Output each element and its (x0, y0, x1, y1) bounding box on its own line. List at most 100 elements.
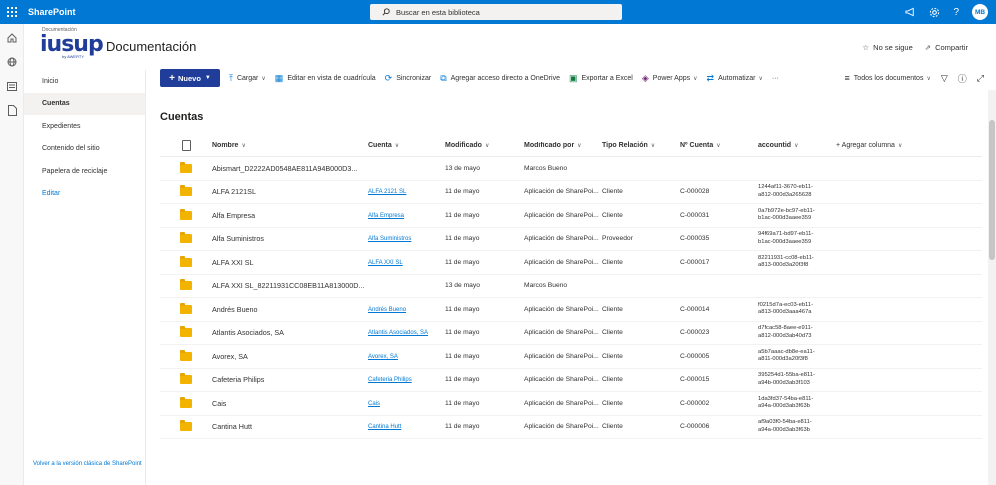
file-type-header[interactable] (160, 139, 212, 151)
folder-icon (180, 302, 192, 314)
follow-button[interactable]: ☆ No se sigue (862, 43, 912, 52)
row-name[interactable]: Cais (212, 399, 368, 408)
folder-icon (180, 396, 192, 408)
row-cuenta-link[interactable]: ALFA 2121 SL (368, 189, 406, 195)
avatar[interactable]: MB (972, 4, 988, 20)
row-accountid-line1: f0215d7a-ec03-eb11- (758, 301, 814, 308)
row-cuenta-link[interactable]: Avorex, SA (368, 354, 398, 360)
row-ncuenta: C-000017 (680, 258, 710, 266)
table-row[interactable]: Alfa Suministros Alfa Suministros 11 de ma… (160, 228, 982, 251)
nav-item-contenido[interactable]: Contenido del sitio (24, 138, 145, 161)
chevron-down-icon: ▼ (204, 75, 211, 81)
row-modified: 11 de mayo (445, 211, 480, 219)
automate-button[interactable]: ⇄ Automatizar ∨ (707, 73, 763, 84)
row-name[interactable]: ALFA XXI SL_82211931CC08EB11A813000D... (212, 281, 368, 290)
row-cuenta-link[interactable]: Andrés Bueno (368, 307, 406, 313)
nav-item-cuentas[interactable]: Cuentas (24, 92, 145, 115)
nav-item-papelera[interactable]: Papelera de reciclaje (24, 160, 145, 183)
column-header-ncuenta[interactable]: Nº Cuenta ∨ (680, 142, 758, 149)
column-header-cuenta[interactable]: Cuenta ∨ (368, 142, 445, 149)
nav-item-inicio[interactable]: Inicio (24, 70, 145, 93)
nav-item-expedientes[interactable]: Expedientes (24, 115, 145, 138)
row-modified: 11 de mayo (445, 258, 480, 266)
table-row[interactable]: Cafeteria Philips Cafeteria Philips 11 de … (160, 369, 982, 392)
table-row[interactable]: ALFA XXI SL_82211931CC08EB11A813000D... 1… (160, 275, 982, 298)
power-apps-button[interactable]: ◈ Power Apps ∨ (642, 73, 698, 84)
new-button[interactable]: + Nuevo ▼ (160, 69, 220, 87)
table-row[interactable]: Alfa Empresa Alfa Empresa 11 de mayo Aplica… (160, 204, 982, 228)
search-icon (382, 8, 390, 16)
row-cuenta-link[interactable]: Alfa Empresa (368, 213, 404, 219)
sync-icon: ⟳ (384, 72, 393, 83)
column-header-nombre[interactable]: Nombre ∨ (212, 142, 368, 149)
row-name[interactable]: Atlantis Asociados, SA (212, 328, 368, 337)
gear-icon[interactable] (929, 7, 940, 18)
row-cuenta-link[interactable]: ALFA XXI SL (368, 260, 403, 266)
table-row[interactable]: Andrés Bueno Andrés Bueno 11 de mayo Aplica… (160, 298, 982, 322)
grid-edit-button[interactable]: ▦ Editar en vista de cuadrícula (275, 73, 376, 84)
row-cuenta-link[interactable]: Atlantis Asociados, SA (368, 330, 428, 336)
chevron-down-icon: ∨ (758, 75, 763, 82)
column-header-modificado[interactable]: Modificado ∨ (445, 142, 524, 149)
table-row[interactable]: ALFA 2121SL ALFA 2121 SL 11 de mayo Aplicac… (160, 181, 982, 204)
app-launcher-icon[interactable] (0, 0, 24, 24)
folder-icon (180, 279, 192, 291)
view-switcher[interactable]: ≡ Todos los documentos ∨ (845, 73, 931, 83)
folder-icon-cell (160, 232, 212, 244)
row-cuenta-link[interactable]: Cantina Hutt (368, 424, 401, 430)
table-row[interactable]: Abismart_D2222AD0548AE811A94B000D3... 13 … (160, 157, 982, 181)
column-header-accountid[interactable]: accountid ∨ (758, 142, 836, 149)
megaphone-icon[interactable] (905, 7, 916, 17)
globe-icon[interactable] (0, 50, 24, 74)
export-excel-button[interactable]: ▣ Exportar a Excel (569, 73, 633, 84)
row-cuenta-link[interactable]: Cais (368, 401, 380, 407)
nav-edit-link[interactable]: Editar (24, 183, 145, 206)
help-icon[interactable]: ? (953, 7, 959, 18)
table-row[interactable]: Cais Cais 11 de mayo Aplicación de SharePoi… (160, 392, 982, 416)
app-name[interactable]: SharePoint (28, 7, 76, 17)
row-name[interactable]: Alfa Suministros (212, 234, 368, 243)
row-name[interactable]: ALFA XXI SL (212, 258, 368, 267)
row-accountid-line2: a813-000d3aaa467a (758, 309, 812, 316)
table-row[interactable]: ALFA XXI SL ALFA XXI SL 11 de mayo Aplicaci… (160, 251, 982, 275)
onedrive-shortcut-button[interactable]: ⧉ Agregar acceso directo a OneDrive (440, 73, 560, 84)
row-accountid-line1: af9a03f0-54ba-e811- (758, 419, 812, 426)
row-name[interactable]: Alfa Empresa (212, 211, 368, 220)
share-icon: ⇗ (924, 43, 932, 52)
classic-view-link[interactable]: Volver a la versión clásica de SharePoin… (33, 460, 143, 468)
info-icon[interactable]: ⓘ (958, 72, 967, 85)
row-cuenta-link[interactable]: Alfa Suministros (368, 236, 411, 242)
scrollbar-thumb[interactable] (989, 120, 995, 260)
table-row[interactable]: Cantina Hutt Cantina Hutt 11 de mayo Aplica… (160, 416, 982, 439)
share-button[interactable]: ⇗ Compartir (925, 43, 968, 52)
row-cuenta-link[interactable]: Cafeteria Philips (368, 377, 412, 383)
expand-icon[interactable]: ⤢ (977, 73, 984, 84)
add-column-button[interactable]: + Agregar columna ∨ (836, 142, 936, 149)
table-row[interactable]: Atlantis Asociados, SA Atlantis Asociados… (160, 322, 982, 345)
row-name[interactable]: Abismart_D2222AD0548AE811A94B000D3... (212, 164, 368, 173)
table-row[interactable]: Avorex, SA Avorex, SA 11 de mayo Aplicación… (160, 345, 982, 369)
more-button[interactable]: ··· (772, 75, 779, 82)
flow-icon: ⇄ (706, 72, 715, 83)
row-name[interactable]: Andrés Bueno (212, 305, 368, 314)
command-bar: + Nuevo ▼ ⤒ Cargar ∨ ▦ Editar en vista de cua… (146, 66, 996, 90)
row-name[interactable]: ALFA 2121SL (212, 187, 368, 196)
sync-button[interactable]: ⟳ Sincronizar (385, 73, 432, 84)
home-icon[interactable] (0, 26, 24, 50)
row-accountid-line2: a94a-000d3ab3f63b (758, 403, 810, 410)
row-modified-by: Marcos Bueno (524, 164, 568, 172)
document-icon[interactable] (0, 98, 24, 122)
folder-icon-cell (160, 279, 212, 291)
folder-icon-cell (160, 396, 212, 408)
column-header-modificado-por[interactable]: Modificado por ∨ (524, 142, 602, 149)
row-modified-by: Aplicación de SharePoi... (524, 376, 599, 384)
filter-icon[interactable]: ▽ (941, 73, 948, 84)
upload-button[interactable]: ⤒ Cargar ∨ (229, 73, 266, 84)
row-name[interactable]: Cantina Hutt (212, 422, 368, 431)
row-name[interactable]: Cafeteria Philips (212, 375, 368, 384)
row-name[interactable]: Avorex, SA (212, 352, 368, 361)
site-title[interactable]: Documentación (106, 39, 196, 54)
search-input[interactable]: Buscar en esta biblioteca (370, 4, 622, 20)
column-header-tipo[interactable]: Tipo Relación ∨ (602, 142, 680, 149)
news-icon[interactable] (0, 74, 24, 98)
